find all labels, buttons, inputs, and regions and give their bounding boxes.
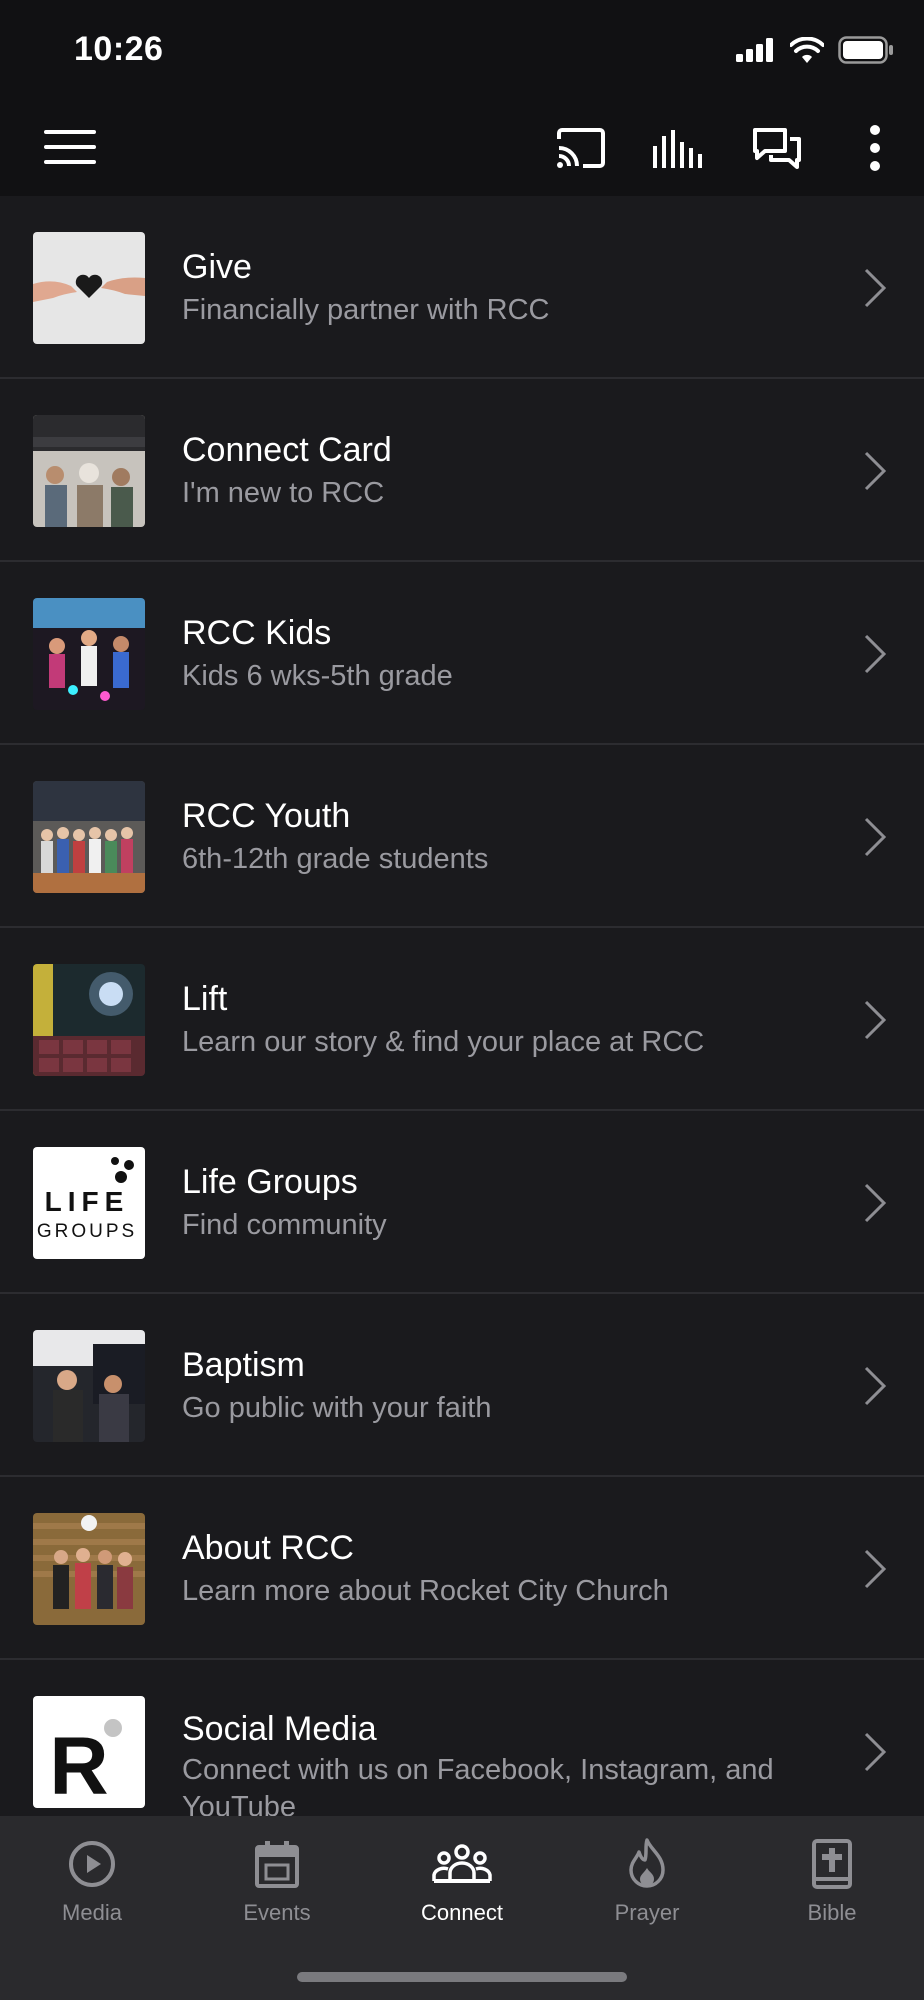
connect-card-thumbnail: [33, 415, 145, 527]
chevron-right-icon: [864, 451, 887, 491]
list-item-subtitle: Learn more about Rocket City Church: [182, 1575, 669, 1607]
life-groups-logo: LIFE GROUPS: [33, 1147, 145, 1259]
tab-label: Media: [62, 1900, 122, 1925]
connect-list: Give Financially partner with RCC Connec…: [0, 196, 924, 1816]
give-thumbnail: [33, 232, 145, 344]
calendar-icon: [255, 1841, 299, 1888]
list-item-title: Lift: [182, 980, 228, 1018]
svg-text:LIFE: LIFE: [45, 1186, 130, 1217]
list-item-title: Life Groups: [182, 1163, 358, 1201]
list-item-title: About RCC: [182, 1529, 354, 1567]
svg-text:GROUPS: GROUPS: [37, 1221, 137, 1242]
tab-label: Connect: [421, 1900, 503, 1925]
chevron-right-icon: [864, 1549, 887, 1589]
wifi-icon: [790, 37, 824, 63]
list-item-subtitle: Connect with us on Facebook, Instagram, …: [182, 1754, 774, 1816]
chevron-right-icon: [864, 817, 887, 857]
baptism-thumbnail: [33, 1330, 145, 1442]
chevron-right-icon: [864, 1000, 887, 1040]
about-rcc-thumbnail: [33, 1513, 145, 1625]
chevron-right-icon: [864, 1366, 887, 1406]
list-item-title: Baptism: [182, 1346, 305, 1384]
play-circle-icon: [69, 1841, 115, 1887]
home-indicator: [297, 1972, 627, 1982]
list-item-connect-card[interactable]: Connect Card I'm new to RCC: [0, 379, 924, 562]
chat-button[interactable]: [728, 100, 826, 196]
rcc-kids-thumbnail: [33, 598, 145, 710]
flame-icon: [629, 1838, 665, 1888]
list-item-title: Give: [182, 248, 252, 286]
bible-icon: [812, 1839, 852, 1889]
more-options-button[interactable]: [826, 100, 924, 196]
chat-icon: [753, 128, 801, 169]
chevron-right-icon: [864, 1732, 887, 1772]
lift-thumbnail: [33, 964, 145, 1076]
header-actions: [532, 100, 924, 196]
list-item-subtitle: Financially partner with RCC: [182, 294, 550, 326]
list-item-give[interactable]: Give Financially partner with RCC: [0, 196, 924, 379]
more-vertical-icon: [870, 125, 880, 171]
list-item-title: Social Media: [182, 1710, 377, 1748]
status-bar: 10:26: [0, 0, 924, 100]
chevron-right-icon: [864, 1183, 887, 1223]
cellular-signal-icon: [736, 38, 773, 62]
status-icons: [736, 36, 894, 64]
social-media-logo: R: [33, 1696, 145, 1808]
battery-icon: [838, 36, 893, 64]
rcc-youth-thumbnail: [33, 781, 145, 893]
list-item-subtitle: I'm new to RCC: [182, 477, 385, 509]
tab-media[interactable]: Media: [0, 1834, 184, 1944]
list-item-subtitle: Go public with your faith: [182, 1392, 492, 1424]
tab-bible[interactable]: Bible: [740, 1834, 924, 1944]
list-item-subtitle: 6th-12th grade students: [182, 843, 489, 875]
cast-button[interactable]: [532, 100, 630, 196]
audio-button[interactable]: [630, 100, 728, 196]
tab-label: Bible: [807, 1900, 857, 1925]
tab-prayer[interactable]: Prayer: [555, 1834, 739, 1944]
tab-events[interactable]: Events: [185, 1834, 369, 1944]
list-item-social-media[interactable]: R Social Media Connect with us on Facebo…: [0, 1660, 924, 1816]
tab-label: Events: [243, 1900, 311, 1925]
status-time: 10:26: [74, 30, 164, 68]
list-item-subtitle: Learn our story & find your place at RCC: [182, 1026, 705, 1058]
cast-icon: [557, 128, 605, 168]
top-app-bar: [0, 100, 924, 196]
people-icon: [432, 1844, 492, 1883]
audio-bars-icon: [653, 130, 702, 168]
chevron-right-icon: [864, 268, 887, 308]
hamburger-icon[interactable]: [44, 130, 96, 164]
list-item-lift[interactable]: Lift Learn our story & find your place a…: [0, 928, 924, 1111]
svg-text:R: R: [49, 1721, 108, 1808]
list-item-subtitle: Kids 6 wks-5th grade: [182, 660, 453, 692]
list-item-rcc-kids[interactable]: RCC Kids Kids 6 wks-5th grade: [0, 562, 924, 745]
list-item-about-rcc[interactable]: About RCC Learn more about Rocket City C…: [0, 1477, 924, 1660]
list-item-title: RCC Kids: [182, 614, 332, 652]
chevron-right-icon: [864, 634, 887, 674]
list-item-title: Connect Card: [182, 431, 392, 469]
list-item-baptism[interactable]: Baptism Go public with your faith: [0, 1294, 924, 1477]
list-item-subtitle: Find community: [182, 1209, 387, 1241]
list-item-rcc-youth[interactable]: RCC Youth 6th-12th grade students: [0, 745, 924, 928]
list-item-title: RCC Youth: [182, 797, 351, 835]
tab-label: Prayer: [614, 1900, 680, 1925]
list-item-life-groups[interactable]: LIFE GROUPS Life Groups Find community: [0, 1111, 924, 1294]
tab-connect[interactable]: Connect: [370, 1834, 554, 1944]
